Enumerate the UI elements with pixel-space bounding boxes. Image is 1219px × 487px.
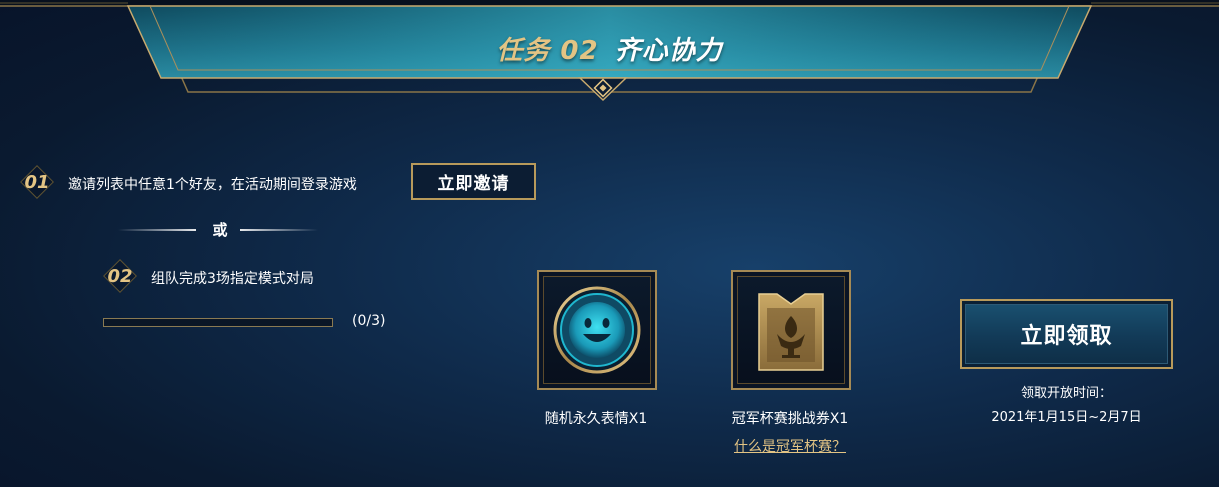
reward-card-emote[interactable] <box>537 270 657 390</box>
claim-now-button[interactable]: 立即领取 <box>960 299 1173 369</box>
reward-card-ticket[interactable] <box>731 270 851 390</box>
step-01-badge: 01 <box>20 165 54 199</box>
task-progress-bar <box>103 318 333 327</box>
invite-now-button[interactable]: 立即邀请 <box>411 163 536 200</box>
task-number-label: 任务 02 <box>496 36 599 66</box>
step-02-number: 02 <box>107 265 133 287</box>
reward-label-emote: 随机永久表情X1 <box>544 411 648 427</box>
or-label: 或 <box>212 221 228 239</box>
reward-label-ticket: 冠军杯赛挑战券X1 <box>731 411 849 427</box>
task-title: 任务 02 齐心协力 <box>0 30 1219 67</box>
claim-open-time-label: 领取开放时间： <box>1020 386 1112 401</box>
task-name-label: 齐心协力 <box>614 36 723 66</box>
what-is-champion-cup-link[interactable]: 什么是冠军杯赛？ <box>700 436 880 456</box>
claim-open-time-range: 2021年1月15日~2月7日 <box>991 410 1142 425</box>
task-01-description: 邀请列表中任意1个好友，在活动期间登录游戏 <box>68 177 357 193</box>
step-01-number: 01 <box>24 171 50 193</box>
task-progress-text: (0/3) <box>352 313 386 329</box>
smile-emote-icon <box>553 286 641 374</box>
champion-ticket-icon <box>758 293 824 371</box>
task-02-description: 组队完成3场指定模式对局 <box>151 271 314 287</box>
step-02-badge: 02 <box>103 259 137 293</box>
